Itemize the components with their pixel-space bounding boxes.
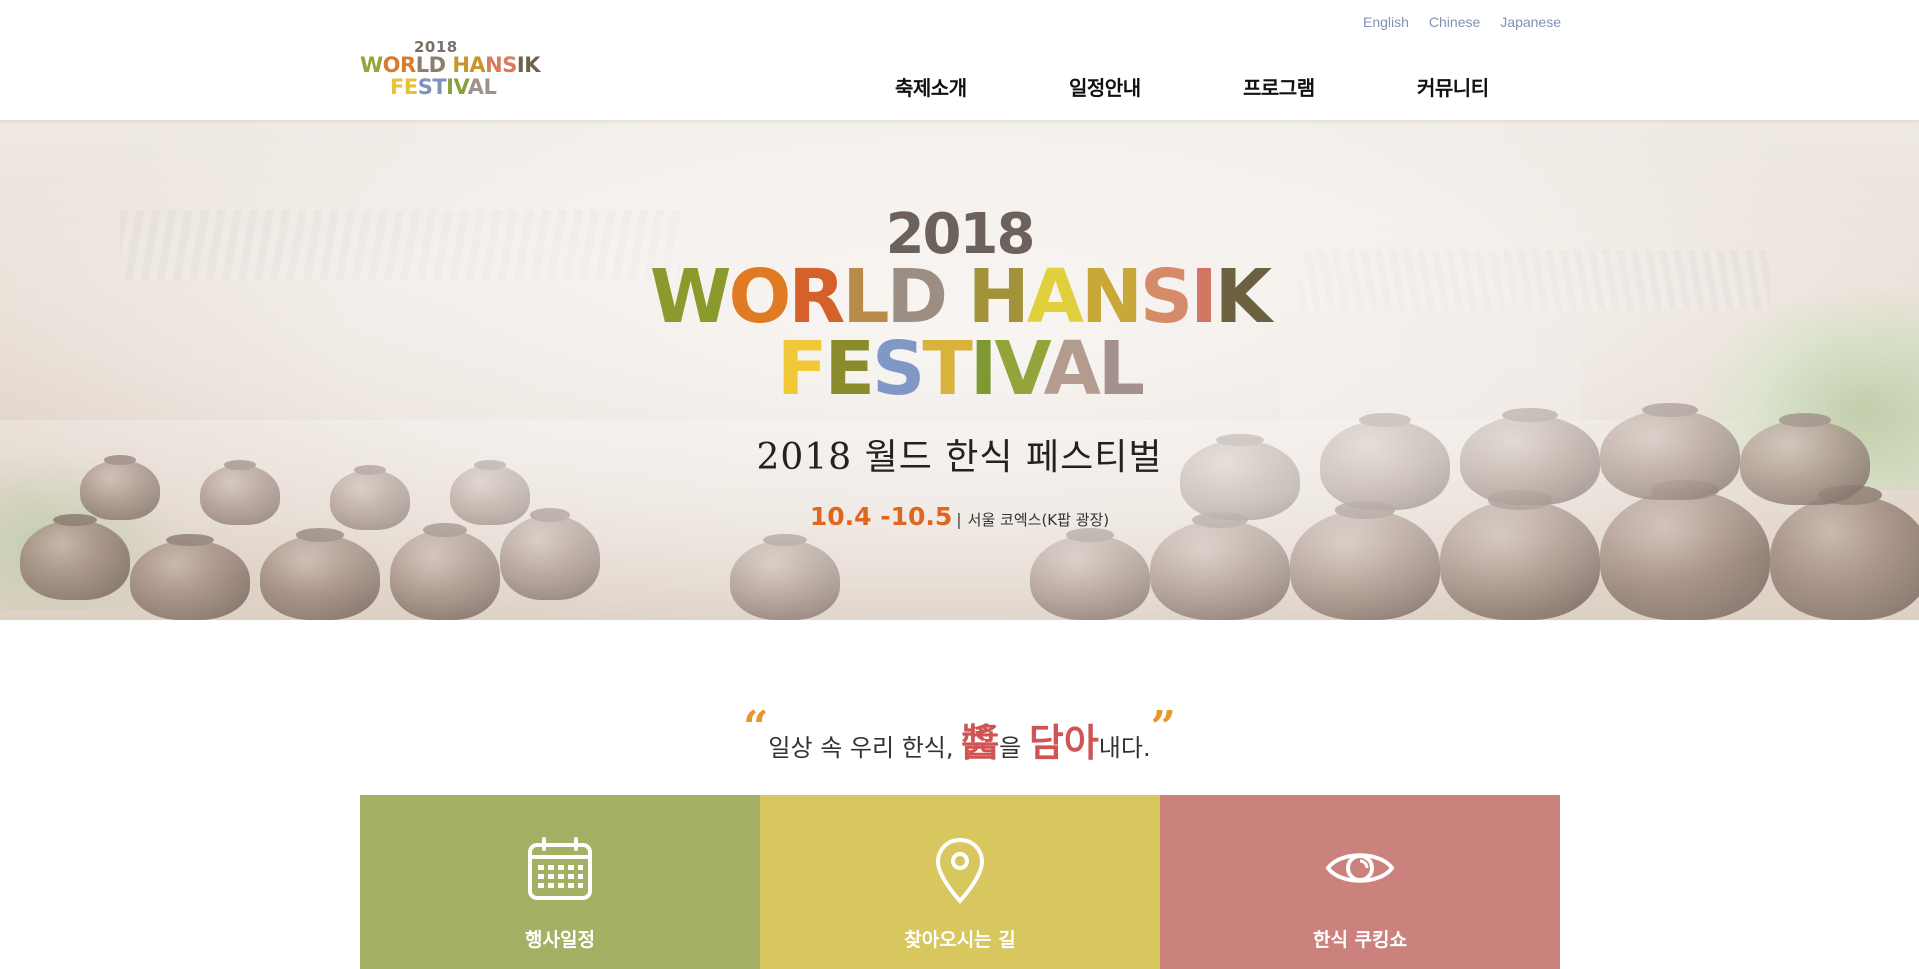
feature-label: 찾아오시는 길 [904,929,1016,951]
hero-title-line1: WORLD HANSIK [649,254,1272,340]
feature-box-cooking-show[interactable]: 한식 쿠킹쇼 [1160,795,1560,969]
slogan-highlight-dama: 담아 [1028,720,1099,765]
lang-japanese-link[interactable]: Japanese [1500,14,1561,30]
open-quote-mark: “ [743,702,769,753]
nav-item-schedule[interactable]: 일정안내 [1069,72,1243,101]
hero-subtitle: 2018 월드 한식 페스티벌 [756,437,1163,478]
feature-menu: 행사일정 찾아오시는 길 한식 쿠킹쇼 [360,795,1560,969]
slogan-highlight-jang: 醬 [961,720,1000,765]
event-venue: 서울 코엑스(K팝 광장) [967,511,1110,529]
hero-title-line2: FESTIVAL [776,326,1145,412]
logo-line2: FESTIVAL [390,75,497,99]
logo-line1: WORLD HANSIK [360,53,540,77]
slogan-text-part3: 내다. [1098,734,1151,762]
event-dates: 10.4 -10.5 [809,502,953,531]
date-separator: | [956,510,962,529]
language-switcher: English Chinese Japanese [1363,14,1561,30]
festival-slogan: “일상 속 우리 한식, 醬을 담아내다.” [0,702,1919,767]
feature-box-directions[interactable]: 찾아오시는 길 [760,795,1160,969]
site-header: 2018 WORLD HANSIK FESTIVAL English Chine… [0,0,1919,120]
lang-english-link[interactable]: English [1363,14,1409,30]
nav-item-festival-intro[interactable]: 축제소개 [895,72,1069,101]
hero-date-venue: 10.4 -10.5 | 서울 코엑스(K팝 광장) [0,502,1919,531]
eye-icon [1325,845,1395,895]
close-quote-mark: ” [1150,702,1176,753]
feature-label: 한식 쿠킹쇼 [1312,929,1407,951]
slogan-text-part1: 일상 속 우리 한식, [768,734,962,762]
feature-label: 행사일정 [525,929,595,951]
slogan-text-part2: 을 [999,734,1029,762]
lang-chinese-link[interactable]: Chinese [1429,14,1480,30]
nav-item-community[interactable]: 커뮤니티 [1417,72,1591,101]
hero-banner: 2018 WORLD HANSIK FESTIVAL 2018 월드 한식 페스… [0,120,1919,620]
map-pin-icon [935,837,985,909]
festival-logo[interactable]: 2018 WORLD HANSIK FESTIVAL [360,38,540,99]
nav-item-program[interactable]: 프로그램 [1243,72,1417,101]
calendar-icon [527,837,593,905]
feature-box-schedule[interactable]: 행사일정 [360,795,760,969]
main-nav: 축제소개 일정안내 프로그램 커뮤니티 [895,72,1591,101]
